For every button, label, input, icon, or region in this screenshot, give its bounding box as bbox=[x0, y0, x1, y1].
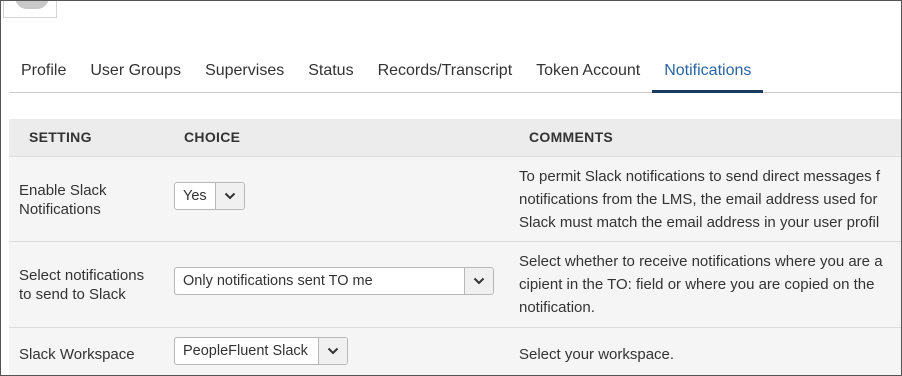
setting-label-line: to send to Slack bbox=[19, 286, 126, 303]
column-header-setting: SETTING bbox=[29, 129, 92, 145]
slack-workspace-select[interactable]: PeopleFluent Slack bbox=[174, 337, 348, 365]
table-row: Select notifications to send to Slack On… bbox=[9, 242, 901, 328]
enable-slack-select[interactable]: Yes bbox=[174, 182, 245, 210]
setting-label-slack-workspace: Slack Workspace bbox=[19, 345, 135, 364]
chevron-down-icon[interactable] bbox=[318, 338, 347, 364]
column-header-comments: COMMENTS bbox=[529, 129, 614, 145]
tab-status[interactable]: Status bbox=[296, 51, 365, 90]
table-row: Enable Slack Notifications Yes To permit… bbox=[9, 157, 901, 242]
tab-profile[interactable]: Profile bbox=[9, 51, 78, 90]
setting-label-line: Notifications bbox=[19, 201, 101, 218]
select-value: Only notifications sent TO me bbox=[183, 273, 373, 289]
notification-settings-table: SETTING CHOICE COMMENTS Enable Slack Not… bbox=[9, 119, 901, 375]
setting-label-line: Select notifications bbox=[19, 267, 145, 284]
chevron-down-icon[interactable] bbox=[464, 268, 493, 294]
tab-user-groups[interactable]: User Groups bbox=[78, 51, 193, 90]
setting-label-enable-slack: Enable Slack Notifications bbox=[19, 181, 107, 219]
select-value: PeopleFluent Slack bbox=[183, 343, 308, 359]
avatar-head-shape bbox=[15, 1, 49, 9]
tab-supervises[interactable]: Supervises bbox=[193, 51, 296, 90]
setting-label-line: Slack Workspace bbox=[19, 346, 135, 363]
chevron-down-icon[interactable] bbox=[215, 183, 244, 209]
comment-line: To permit Slack notifications to send di… bbox=[519, 168, 880, 185]
tab-token-account[interactable]: Token Account bbox=[524, 51, 652, 90]
avatar-icon bbox=[3, 1, 57, 18]
select-value: Yes bbox=[183, 188, 207, 204]
setting-label-notifications-to-slack: Select notifications to send to Slack bbox=[19, 266, 144, 304]
comment-enable-slack: To permit Slack notifications to send di… bbox=[519, 165, 880, 234]
table-row: Slack Workspace PeopleFluent Slack Selec… bbox=[9, 328, 901, 375]
setting-label-line: Enable Slack bbox=[19, 182, 107, 199]
comment-slack-workspace: Select your workspace. bbox=[519, 343, 674, 366]
column-header-choice: CHOICE bbox=[184, 129, 241, 145]
tab-records-transcript[interactable]: Records/Transcript bbox=[366, 51, 525, 90]
comment-line: notification. bbox=[519, 299, 595, 316]
notifications-to-slack-select[interactable]: Only notifications sent TO me bbox=[174, 267, 494, 295]
profile-tab-bar: Profile User Groups Supervises Status Re… bbox=[9, 51, 901, 93]
table-header-row: SETTING CHOICE COMMENTS bbox=[9, 119, 901, 157]
comment-line: Select whether to receive notifications … bbox=[519, 253, 883, 270]
tab-notifications[interactable]: Notifications bbox=[652, 51, 764, 93]
comment-line: notifications from the LMS, the email ad… bbox=[519, 191, 878, 208]
comment-notifications-to-slack: Select whether to receive notifications … bbox=[519, 250, 883, 319]
comment-line: cipient in the TO: field or where you ar… bbox=[519, 276, 875, 293]
comment-line: Select your workspace. bbox=[519, 346, 675, 363]
user-profile-panel: Profile User Groups Supervises Status Re… bbox=[0, 0, 902, 376]
comment-line: Slack must match the email address in yo… bbox=[519, 214, 880, 231]
